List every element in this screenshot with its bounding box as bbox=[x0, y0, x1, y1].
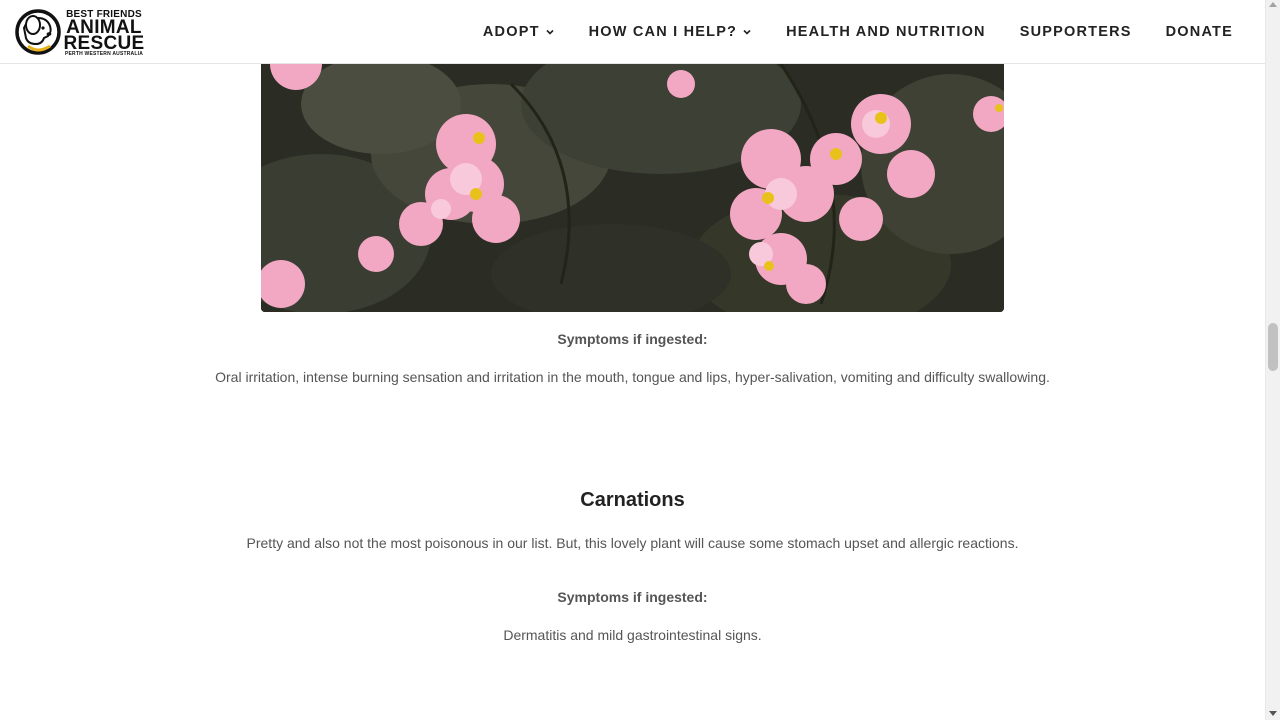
nav-item-supporters[interactable]: SUPPORTERS bbox=[1020, 0, 1132, 64]
nav-item-label: HEALTH AND NUTRITION bbox=[786, 24, 986, 40]
scroll-up-arrow-icon[interactable] bbox=[1269, 2, 1277, 7]
nav-item-donate[interactable]: DONATE bbox=[1166, 0, 1233, 64]
carnations-symptoms-label: Symptoms if ingested: bbox=[557, 589, 708, 605]
scroll-down-arrow-icon[interactable] bbox=[1269, 711, 1277, 716]
logo-wordmark: BEST FRIENDS ANIMAL RESCUE PERTH WESTERN… bbox=[56, 8, 152, 58]
page-scrollbar[interactable] bbox=[1265, 0, 1280, 720]
chevron-down-icon bbox=[546, 29, 554, 35]
begonia-symptoms-label: Symptoms if ingested: bbox=[557, 331, 708, 347]
nav-item-how-can-i-help[interactable]: HOW CAN I HELP? bbox=[589, 0, 753, 64]
nav-item-health-and-nutrition[interactable]: HEALTH AND NUTRITION bbox=[786, 0, 986, 64]
chevron-down-icon bbox=[743, 29, 751, 35]
begonia-flower-image bbox=[261, 64, 1004, 312]
site-logo[interactable]: BEST FRIENDS ANIMAL RESCUE PERTH WESTERN… bbox=[14, 8, 152, 58]
carnations-description: Pretty and also not the most poisonous i… bbox=[246, 535, 1019, 551]
nav-item-adopt[interactable]: ADOPT bbox=[483, 0, 555, 64]
carnations-symptoms-text: Dermatitis and mild gastrointestinal sig… bbox=[503, 627, 762, 643]
site-header: BEST FRIENDS ANIMAL RESCUE PERTH WESTERN… bbox=[0, 0, 1265, 64]
main-content: Symptoms if ingested: Oral irritation, i… bbox=[0, 64, 1265, 720]
begonia-symptoms-text: Oral irritation, intense burning sensati… bbox=[215, 369, 1050, 385]
nav-item-label: ADOPT bbox=[482, 24, 540, 40]
main-nav: ADOPT HOW CAN I HELP? HEALTH AND NUTRITI… bbox=[483, 0, 1233, 64]
logo-line-location: PERTH WESTERN AUSTRALIA bbox=[64, 51, 144, 57]
nav-item-label: DONATE bbox=[1165, 24, 1233, 40]
scrollbar-thumb[interactable] bbox=[1268, 323, 1278, 371]
logo-line-rescue: RESCUE bbox=[63, 33, 145, 54]
nav-item-label: SUPPORTERS bbox=[1019, 24, 1132, 40]
page: BEST FRIENDS ANIMAL RESCUE PERTH WESTERN… bbox=[0, 0, 1280, 720]
section-title-carnations: Carnations bbox=[580, 489, 685, 511]
nav-item-label: HOW CAN I HELP? bbox=[588, 24, 738, 40]
